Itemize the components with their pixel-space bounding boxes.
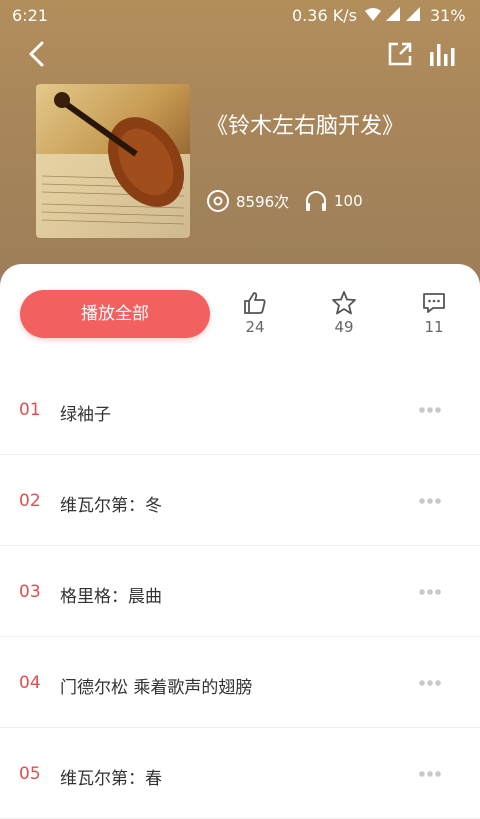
favorite-count: 49	[334, 318, 354, 336]
battery-level: 31%	[430, 6, 466, 25]
track-index: 05	[19, 764, 41, 784]
signal-icon	[406, 7, 420, 21]
comment-count: 11	[424, 318, 444, 336]
more-dots-icon[interactable]	[418, 588, 442, 596]
play-all-button[interactable]: 播放全部	[20, 290, 210, 338]
play-count: 8596次	[206, 188, 289, 214]
disc-icon	[207, 190, 229, 212]
track-list: 01 绿袖子 02 维瓦尔第：冬 03 格里格：晨曲 04 门德尔松 乘着歌声的…	[0, 364, 480, 819]
track-row[interactable]: 05 维瓦尔第：春	[0, 728, 480, 819]
play-count-value: 8596次	[236, 192, 290, 211]
comment-icon	[423, 293, 445, 313]
more-dots-icon[interactable]	[418, 406, 442, 414]
more-dots-icon[interactable]	[418, 770, 442, 778]
track-index: 04	[19, 673, 41, 693]
more-dots-icon[interactable]	[418, 497, 442, 505]
track-name: 门德尔松 乘着歌声的翅膀	[60, 678, 253, 698]
equalizer-icon[interactable]	[428, 40, 456, 68]
track-row[interactable]: 03 格里格：晨曲	[0, 546, 480, 637]
network-speed: 0.36 K/s	[292, 6, 357, 25]
like-count: 24	[245, 318, 265, 336]
more-dots-icon[interactable]	[418, 679, 442, 687]
favorite-button[interactable]: 49	[314, 290, 374, 340]
album-header: 6:21 0.36 K/s 31% 《铃木左右脑开发》 8596次 100	[0, 0, 480, 300]
wifi-icon	[365, 8, 381, 21]
thumbs-up-icon	[244, 292, 266, 314]
signal-icon	[386, 7, 400, 21]
share-icon[interactable]	[386, 40, 414, 68]
violin-artwork	[36, 92, 190, 238]
track-row[interactable]: 01 绿袖子	[0, 364, 480, 455]
track-name: 维瓦尔第：冬	[60, 496, 162, 516]
listener-count: 100	[304, 188, 363, 214]
star-icon	[332, 291, 356, 315]
status-time: 6:21	[12, 6, 48, 25]
status-bar: 6:21 0.36 K/s 31%	[0, 0, 480, 30]
track-row[interactable]: 04 门德尔松 乘着歌声的翅膀	[0, 637, 480, 728]
comment-button[interactable]: 11	[404, 290, 464, 340]
track-index: 01	[19, 400, 41, 420]
back-arrow-icon[interactable]	[24, 40, 52, 68]
track-name: 维瓦尔第：春	[60, 769, 162, 789]
album-title: 《铃木左右脑开发》	[206, 114, 405, 139]
headphones-icon	[306, 191, 326, 211]
listener-count-value: 100	[334, 192, 363, 210]
like-button[interactable]: 24	[225, 290, 285, 340]
track-index: 02	[19, 491, 41, 511]
track-index: 03	[19, 582, 41, 602]
album-cover-image	[36, 84, 190, 238]
content-sheet: 播放全部 24 49 11 01 绿袖子 02 维瓦尔第：冬 03 格里格：晨曲…	[0, 264, 480, 819]
track-row[interactable]: 02 维瓦尔第：冬	[0, 455, 480, 546]
track-name: 绿袖子	[60, 405, 111, 425]
track-name: 格里格：晨曲	[60, 587, 162, 607]
